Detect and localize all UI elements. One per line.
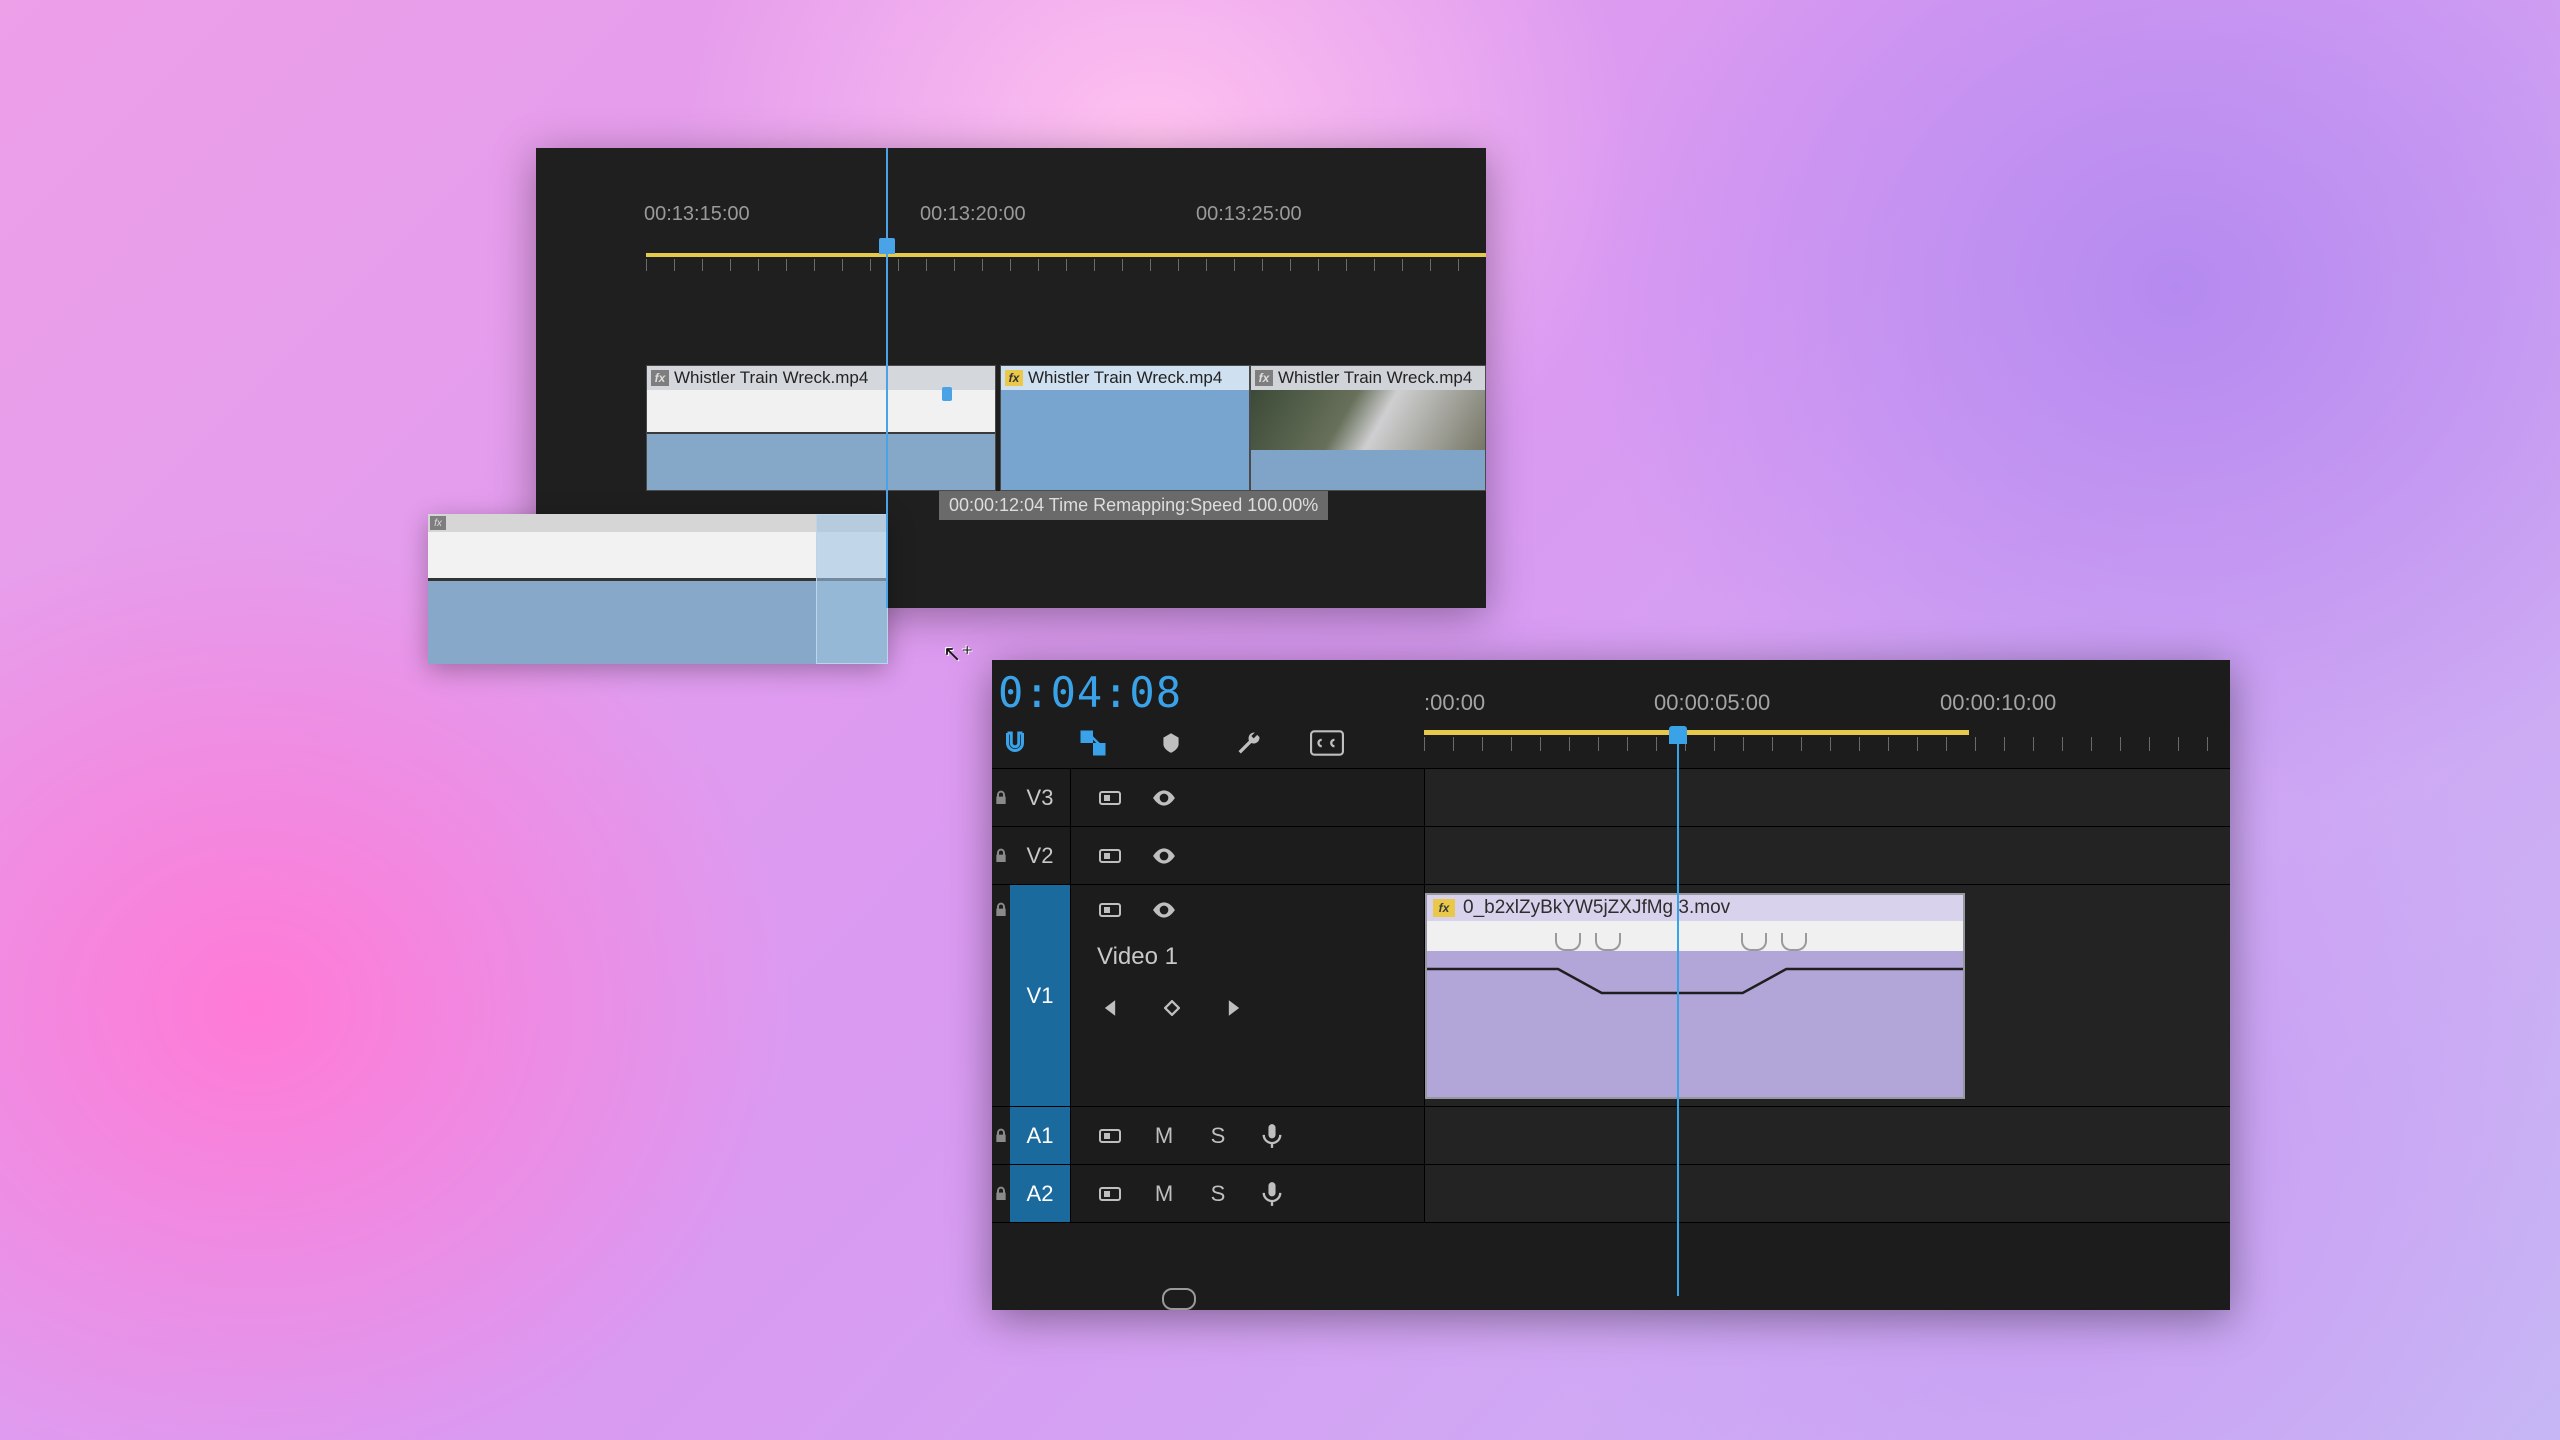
- track-controls: [1071, 827, 1425, 884]
- ruler-label: 00:00:10:00: [1940, 690, 2056, 716]
- track-target[interactable]: V1: [1010, 885, 1071, 1106]
- snap-icon[interactable]: [998, 726, 1032, 760]
- sync-lock-icon[interactable]: [1097, 843, 1123, 869]
- track-controls: Video 1: [1071, 885, 1425, 1106]
- horizontal-scrollbar[interactable]: [1082, 1288, 2222, 1306]
- eye-icon[interactable]: [1151, 843, 1177, 869]
- sync-lock-icon[interactable]: [1097, 1123, 1123, 1149]
- ruler-label: 00:13:25:00: [1196, 203, 1302, 226]
- video-clip[interactable]: fx Whistler Train Wreck.mp4: [1000, 365, 1250, 491]
- time-ruler[interactable]: 00:13:15:00 00:13:20:00 00:13:25:00: [536, 193, 1486, 253]
- fx-badge-icon: fx: [1433, 899, 1455, 917]
- track-row-v3: V3: [992, 769, 2230, 827]
- fx-badge-icon: fx: [430, 516, 446, 530]
- track-lane[interactable]: [1425, 769, 2230, 826]
- timeline-toolbar: [998, 718, 1344, 768]
- fx-badge-icon: fx: [1005, 370, 1023, 386]
- work-area-bar[interactable]: [646, 253, 1486, 257]
- sync-lock-icon[interactable]: [1097, 785, 1123, 811]
- ruler-label: 00:13:15:00: [644, 203, 750, 226]
- time-ruler[interactable]: :00:00 00:00:05:00 00:00:10:00: [1424, 690, 2230, 750]
- wrench-icon[interactable]: [1232, 726, 1266, 760]
- keyframe-nav: [1097, 995, 1247, 1021]
- lock-icon[interactable]: [992, 789, 1010, 807]
- work-area-bar[interactable]: [1424, 730, 1969, 735]
- tracks-container: V3 V2 V1 Vi: [992, 768, 2230, 1284]
- clip-name: Whistler Train Wreck.mp4: [674, 368, 868, 388]
- track-target[interactable]: V3: [1010, 769, 1071, 826]
- clip-name: 0_b2xlZyBkYW5jZXJfMg 3.mov: [1463, 897, 1730, 919]
- track-row-a2: A2 M S: [992, 1165, 2230, 1223]
- track-target[interactable]: A1: [1010, 1107, 1071, 1164]
- video-clip[interactable]: fx Whistler Train Wreck.mp4 ↖⁺: [646, 365, 996, 491]
- video-clip[interactable]: fx Whistler Train Wreck.mp4: [1250, 365, 1486, 491]
- clip-name: Whistler Train Wreck.mp4: [1028, 368, 1222, 388]
- clip-fragment-zoom: fx: [428, 514, 888, 664]
- ruler-label: 00:00:05:00: [1654, 690, 1770, 716]
- track-controls: [1071, 769, 1425, 826]
- track-row-v1: V1 Video 1 fx 0_b2xlZyBkYW5jZXJfMg 3: [992, 885, 2230, 1107]
- keyframe-marker-icon[interactable]: [1555, 933, 1581, 951]
- lock-icon[interactable]: [992, 847, 1010, 865]
- video-clip[interactable]: fx 0_b2xlZyBkYW5jZXJfMg 3.mov: [1425, 893, 1965, 1099]
- track-target[interactable]: V2: [1010, 827, 1071, 884]
- clip-header: fx 0_b2xlZyBkYW5jZXJfMg 3.mov: [1427, 895, 1963, 921]
- sync-lock-icon[interactable]: [1097, 897, 1123, 923]
- keyframe-marker-icon[interactable]: [1741, 933, 1767, 951]
- track-lane[interactable]: fx 0_b2xlZyBkYW5jZXJfMg 3.mov: [1425, 885, 2230, 1106]
- lock-icon[interactable]: [992, 1127, 1010, 1145]
- eye-icon[interactable]: [1151, 897, 1177, 923]
- clip-header: fx Whistler Train Wreck.mp4: [1001, 366, 1249, 390]
- keyframe-strip[interactable]: [1427, 921, 1963, 951]
- clip-body[interactable]: [1001, 390, 1249, 490]
- ruler-label: :00:00: [1424, 690, 1485, 716]
- solo-button[interactable]: S: [1205, 1181, 1231, 1207]
- track-lane[interactable]: [1425, 827, 2230, 884]
- mute-button[interactable]: M: [1151, 1181, 1177, 1207]
- next-keyframe-icon[interactable]: [1221, 995, 1247, 1021]
- voiceover-mic-icon[interactable]: [1259, 1123, 1285, 1149]
- clip-header: fx Whistler Train Wreck.mp4: [1251, 366, 1485, 390]
- clip-name: Whistler Train Wreck.mp4: [1278, 368, 1472, 388]
- eye-icon[interactable]: [1151, 785, 1177, 811]
- scrollbar-thumb[interactable]: [1162, 1288, 1196, 1310]
- playhead[interactable]: [886, 148, 888, 608]
- fx-badge-icon: fx: [651, 370, 669, 386]
- selection-highlight[interactable]: [816, 514, 888, 664]
- sync-lock-icon[interactable]: [1097, 1181, 1123, 1207]
- linked-selection-icon[interactable]: [1076, 726, 1110, 760]
- voiceover-mic-icon[interactable]: [1259, 1181, 1285, 1207]
- keyframe-marker-icon[interactable]: [1595, 933, 1621, 951]
- track-row-a1: A1 M S: [992, 1107, 2230, 1165]
- marker-icon[interactable]: [1154, 726, 1188, 760]
- speed-ramp-line[interactable]: [1427, 951, 1963, 1011]
- track-name: Video 1: [1097, 943, 1178, 971]
- clip-track[interactable]: fx Whistler Train Wreck.mp4 ↖⁺ fx Whistl…: [646, 365, 1486, 491]
- timeline-panel-bottom: 0:04:08 :00:00 00:00:05:00 00:00:10:00 V…: [992, 660, 2230, 1310]
- track-row-v2: V2: [992, 827, 2230, 885]
- speed-keyframe-icon[interactable]: [942, 387, 952, 401]
- keyframe-marker-icon[interactable]: [1781, 933, 1807, 951]
- track-target[interactable]: A2: [1010, 1165, 1071, 1222]
- tooltip: 00:00:12:04 Time Remapping:Speed 100.00%: [939, 491, 1328, 520]
- fx-badge-icon: fx: [1255, 370, 1273, 386]
- mute-button[interactable]: M: [1151, 1123, 1177, 1149]
- lock-icon[interactable]: [992, 885, 1010, 919]
- clip-body[interactable]: [647, 432, 995, 490]
- add-keyframe-icon[interactable]: [1159, 995, 1185, 1021]
- track-controls: M S: [1071, 1107, 1425, 1164]
- track-controls: M S: [1071, 1165, 1425, 1222]
- playhead[interactable]: [1677, 726, 1679, 1296]
- clip-thumbnail: [1251, 390, 1485, 451]
- ruler-label: 00:13:20:00: [920, 203, 1026, 226]
- track-lane[interactable]: [1425, 1165, 2230, 1222]
- clip-body[interactable]: [1251, 450, 1485, 490]
- track-lane[interactable]: [1425, 1107, 2230, 1164]
- captions-icon[interactable]: [1310, 726, 1344, 760]
- solo-button[interactable]: S: [1205, 1123, 1231, 1149]
- lock-icon[interactable]: [992, 1185, 1010, 1203]
- prev-keyframe-icon[interactable]: [1097, 995, 1123, 1021]
- playhead-timecode[interactable]: 0:04:08: [998, 668, 1182, 717]
- pen-cursor-icon: ↖⁺: [943, 641, 973, 667]
